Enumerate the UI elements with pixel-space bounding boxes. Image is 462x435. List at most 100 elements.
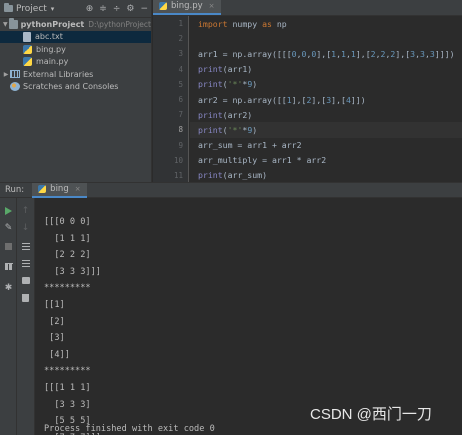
project-root-path: D:\pythonProject [88,19,151,29]
file-label: abc.txt [35,32,63,42]
text-file-icon [23,31,31,42]
console-line: [3 3 3]]] [44,266,101,277]
console-line: Process finished with exit code 0 [44,424,215,434]
run-tab-bing[interactable]: bing × [32,182,87,198]
minimize-icon[interactable]: − [140,4,148,14]
code-line[interactable]: 10 arr_multiply = arr1 * arr2 [174,153,462,168]
line-number: 7 [178,110,183,120]
external-libraries-label: External Libraries [23,69,94,79]
code-line[interactable]: 11 print(arr_sum) [174,168,462,183]
scratches-icon [10,82,20,92]
line-number: 6 [178,95,183,105]
line-number: 2 [178,34,183,44]
code-text: print(arr_sum) [198,170,268,181]
code-text: print('*'*9) [198,124,258,135]
arrow-up-icon[interactable]: ↑ [20,205,31,216]
chevron-right-icon[interactable]: ▶ [2,71,10,78]
code-line[interactable]: 1 import numpy as np [178,16,462,31]
console-line: ********* [44,366,91,377]
console-line: [3 3 3] [44,399,91,410]
code-line[interactable]: 3 arr1 = np.array([[[0,0,0],[1,1,1],[2,2,… [178,46,462,61]
code-line[interactable]: 2 [178,31,462,46]
code-area[interactable]: 1 import numpy as np 2 3 arr1 = np.array([[[… [174,16,462,183]
chevron-down-icon[interactable]: ▼ [2,21,9,28]
project-header: Project ▾ ⊕ ≑ ÷ ⚙ − [0,0,151,18]
wrench-icon[interactable]: ✎ [3,222,14,233]
line-number: 5 [178,79,183,89]
chevron-down-icon[interactable]: ▾ [51,5,55,13]
python-file-icon [159,2,167,10]
tree-external-libraries[interactable]: ▶ External Libraries [0,68,151,81]
code-text: arr2 = np.array([[1],[2],[3],[4]]) [198,94,366,105]
python-file-icon [38,185,47,193]
code-text: arr_multiply = arr1 * arr2 [198,155,327,166]
code-text: arr_sum = arr1 + arr2 [198,140,302,151]
code-line[interactable]: 7 print(arr2) [178,107,462,122]
run-label: Run: [5,185,25,195]
console-line: [2] [44,316,65,327]
tree-file-bing-py[interactable]: bing.py [0,43,151,56]
scroll-to-end-icon[interactable] [20,258,31,269]
line-number: 3 [178,49,183,59]
code-editor: bing.py × 1 import numpy as np 2 3 arr1 = np… [153,0,462,182]
layout-icon[interactable] [3,261,14,272]
python-file-icon [23,44,32,54]
line-number: 10 [173,155,183,165]
tree-scratches[interactable]: Scratches and Consoles [0,81,151,94]
code-line[interactable]: 4 print(arr1) [178,62,462,77]
line-number: 8 [178,125,183,135]
code-text: print(arr2) [198,109,253,120]
target-icon[interactable]: ⊕ [86,4,94,14]
tree-file-abc-txt[interactable]: abc.txt [0,30,151,43]
expand-icon[interactable]: ÷ [113,4,121,14]
stop-icon[interactable] [3,241,14,252]
editor-tab-label: bing.py [171,1,203,11]
console-line: [3] [44,333,65,344]
run-tab-label: bing [50,184,69,194]
editor-tab-bing-py[interactable]: bing.py × [153,0,221,15]
editor-tab-bar: bing.py × [153,0,462,16]
close-icon[interactable]: × [75,185,81,193]
print-icon[interactable] [20,275,31,286]
code-line[interactable]: 9 arr_sum = arr1 + arr2 [178,138,462,153]
project-folder-icon [4,3,13,12]
folder-icon [8,17,18,29]
pin-icon[interactable]: ✱ [3,282,14,293]
file-label: bing.py [36,44,66,54]
collapse-icon[interactable]: ≑ [99,4,107,14]
file-label: main.py [36,57,69,67]
run-toolbar-secondary: ↑ ↓ [17,198,35,435]
console-line: ********* [44,283,91,294]
line-number: 4 [178,64,183,74]
project-tool-window: Project ▾ ⊕ ≑ ÷ ⚙ − ▼ pythonProject D:\p… [0,0,152,182]
tree-file-main-py[interactable]: main.py [0,56,151,69]
soft-wrap-icon[interactable] [20,241,31,252]
console-line: [2 2 2] [44,250,91,261]
code-text: import numpy as np [198,18,287,29]
close-icon[interactable]: × [209,2,215,10]
run-tool-window-header: Run: bing × [0,182,462,198]
trash-icon[interactable] [20,292,31,303]
console-line: [[[0 0 0] [44,217,91,227]
code-text: arr1 = np.array([[[0,0,0],[1,1,1],[2,2,2… [198,48,455,59]
console-output[interactable]: [[[0 0 0] [1 1 1] [2 2 2] [3 3 3]]] *****… [36,198,462,435]
project-view-selector[interactable]: Project [16,4,47,14]
code-line[interactable]: 8 print('*'*9) [178,122,462,138]
code-line[interactable]: 6 arr2 = np.array([[1],[2],[3],[4]]) [178,92,462,107]
console-line: [[[1 1 1] [44,383,91,393]
python-file-icon [23,57,32,67]
run-toolbar-primary: ✎ ✱ [0,198,17,435]
rerun-icon[interactable] [3,205,14,216]
project-root-name: pythonProject [20,19,85,29]
console-line: [1 1 1] [44,233,91,244]
line-number: 1 [178,19,183,29]
console-line: [[1] [44,300,65,310]
arrow-down-icon[interactable]: ↓ [20,222,31,233]
code-text: print(arr1) [198,64,253,75]
project-toolbar: ⊕ ≑ ÷ ⚙ − [86,4,151,14]
tree-root-project[interactable]: ▼ pythonProject D:\pythonProject [0,17,151,31]
gear-icon[interactable]: ⚙ [126,4,134,14]
code-text: print('*'*9) [198,79,258,90]
code-line[interactable]: 5 print('*'*9) [178,77,462,92]
watermark: CSDN @西门一刀 [310,406,432,423]
